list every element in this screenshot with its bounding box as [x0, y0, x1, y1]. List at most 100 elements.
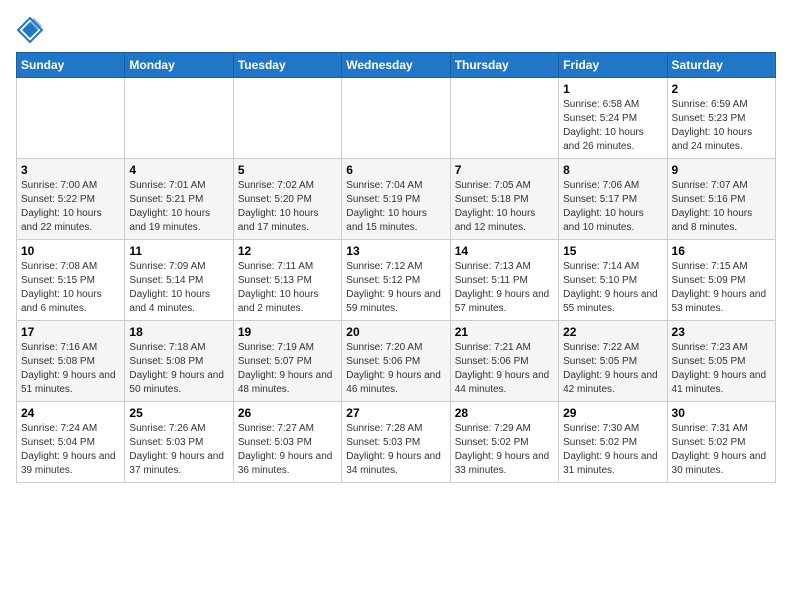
day-number: 19 [238, 325, 337, 339]
day-number: 29 [563, 406, 662, 420]
day-cell: 11 Sunrise: 7:09 AM Sunset: 5:14 PM Dayli… [125, 240, 233, 321]
day-info: Sunrise: 7:08 AM Sunset: 5:15 PM Dayligh… [21, 260, 120, 316]
day-cell [125, 78, 233, 159]
week-row-4: 17Sunrise: 7:16 AM Sunset: 5:08 PM Dayli… [17, 321, 776, 402]
day-cell: 13 Sunrise: 7:12 AM Sunset: 5:12 PM Dayli… [342, 240, 450, 321]
header-cell-tuesday: Tuesday [233, 53, 341, 78]
day-cell [233, 78, 341, 159]
day-info: Sunrise: 7:20 AM Sunset: 5:06 PM Dayligh… [346, 341, 445, 397]
day-number: 27 [346, 406, 445, 420]
day-number: 22 [563, 325, 662, 339]
day-info: Sunrise: 7:15 AM Sunset: 5:09 PM Dayligh… [672, 260, 771, 316]
day-cell: 18Sunrise: 7:18 AM Sunset: 5:08 PM Dayli… [125, 321, 233, 402]
day-info: Sunrise: 7:02 AM Sunset: 5:20 PM Dayligh… [238, 179, 337, 235]
day-number: 20 [346, 325, 445, 339]
calendar-header: SundayMondayTuesdayWednesdayThursdayFrid… [17, 53, 776, 78]
day-cell: 27 Sunrise: 7:28 AM Sunset: 5:03 PM Dayli… [342, 402, 450, 483]
day-number: 7 [455, 163, 554, 177]
day-cell: 5 Sunrise: 7:02 AM Sunset: 5:20 PM Daylig… [233, 159, 341, 240]
day-number: 30 [672, 406, 771, 420]
day-number: 9 [672, 163, 771, 177]
week-row-1: 1 Sunrise: 6:58 AM Sunset: 5:24 PM Daylig… [17, 78, 776, 159]
day-info: Sunrise: 7:30 AM Sunset: 5:02 PM Dayligh… [563, 422, 662, 478]
day-number: 26 [238, 406, 337, 420]
day-cell: 24 Sunrise: 7:24 AM Sunset: 5:04 PM Dayli… [17, 402, 125, 483]
week-row-3: 10 Sunrise: 7:08 AM Sunset: 5:15 PM Dayli… [17, 240, 776, 321]
day-cell [17, 78, 125, 159]
day-number: 16 [672, 244, 771, 258]
day-info: Sunrise: 7:22 AM Sunset: 5:05 PM Dayligh… [563, 341, 662, 397]
day-info: Sunrise: 7:04 AM Sunset: 5:19 PM Dayligh… [346, 179, 445, 235]
week-row-2: 3 Sunrise: 7:00 AM Sunset: 5:22 PM Daylig… [17, 159, 776, 240]
day-info: Sunrise: 7:28 AM Sunset: 5:03 PM Dayligh… [346, 422, 445, 478]
day-number: 17 [21, 325, 120, 339]
header-cell-wednesday: Wednesday [342, 53, 450, 78]
logo [16, 16, 48, 44]
day-info: Sunrise: 7:06 AM Sunset: 5:17 PM Dayligh… [563, 179, 662, 235]
day-info: Sunrise: 7:29 AM Sunset: 5:02 PM Dayligh… [455, 422, 554, 478]
day-cell: 7 Sunrise: 7:05 AM Sunset: 5:18 PM Daylig… [450, 159, 558, 240]
day-info: Sunrise: 7:23 AM Sunset: 5:05 PM Dayligh… [672, 341, 771, 397]
day-info: Sunrise: 7:07 AM Sunset: 5:16 PM Dayligh… [672, 179, 771, 235]
day-cell: 23 Sunrise: 7:23 AM Sunset: 5:05 PM Dayli… [667, 321, 775, 402]
day-number: 12 [238, 244, 337, 258]
day-cell: 4 Sunrise: 7:01 AM Sunset: 5:21 PM Daylig… [125, 159, 233, 240]
day-info: Sunrise: 7:24 AM Sunset: 5:04 PM Dayligh… [21, 422, 120, 478]
logo-icon [16, 16, 44, 44]
day-cell: 14 Sunrise: 7:13 AM Sunset: 5:11 PM Dayli… [450, 240, 558, 321]
day-cell: 28 Sunrise: 7:29 AM Sunset: 5:02 PM Dayli… [450, 402, 558, 483]
header-cell-saturday: Saturday [667, 53, 775, 78]
day-number: 25 [129, 406, 228, 420]
day-number: 21 [455, 325, 554, 339]
day-info: Sunrise: 7:31 AM Sunset: 5:02 PM Dayligh… [672, 422, 771, 478]
header-cell-monday: Monday [125, 53, 233, 78]
day-info: Sunrise: 7:00 AM Sunset: 5:22 PM Dayligh… [21, 179, 120, 235]
day-cell: 1 Sunrise: 6:58 AM Sunset: 5:24 PM Daylig… [559, 78, 667, 159]
day-cell: 6Sunrise: 7:04 AM Sunset: 5:19 PM Daylig… [342, 159, 450, 240]
day-info: Sunrise: 7:19 AM Sunset: 5:07 PM Dayligh… [238, 341, 337, 397]
day-number: 28 [455, 406, 554, 420]
day-cell: 9 Sunrise: 7:07 AM Sunset: 5:16 PM Daylig… [667, 159, 775, 240]
calendar-body: 1 Sunrise: 6:58 AM Sunset: 5:24 PM Daylig… [17, 78, 776, 483]
day-info: Sunrise: 7:21 AM Sunset: 5:06 PM Dayligh… [455, 341, 554, 397]
day-number: 1 [563, 82, 662, 96]
day-number: 3 [21, 163, 120, 177]
day-number: 14 [455, 244, 554, 258]
day-cell: 25 Sunrise: 7:26 AM Sunset: 5:03 PM Dayli… [125, 402, 233, 483]
day-number: 24 [21, 406, 120, 420]
day-number: 11 [129, 244, 228, 258]
day-cell: 20 Sunrise: 7:20 AM Sunset: 5:06 PM Dayli… [342, 321, 450, 402]
day-number: 18 [129, 325, 228, 339]
day-cell: 19 Sunrise: 7:19 AM Sunset: 5:07 PM Dayli… [233, 321, 341, 402]
day-cell: 15 Sunrise: 7:14 AM Sunset: 5:10 PM Dayli… [559, 240, 667, 321]
day-info: Sunrise: 7:12 AM Sunset: 5:12 PM Dayligh… [346, 260, 445, 316]
day-cell: 29 Sunrise: 7:30 AM Sunset: 5:02 PM Dayli… [559, 402, 667, 483]
day-cell [450, 78, 558, 159]
header-cell-thursday: Thursday [450, 53, 558, 78]
header-cell-friday: Friday [559, 53, 667, 78]
day-cell: 3 Sunrise: 7:00 AM Sunset: 5:22 PM Daylig… [17, 159, 125, 240]
week-row-5: 24 Sunrise: 7:24 AM Sunset: 5:04 PM Dayli… [17, 402, 776, 483]
day-info: Sunrise: 7:27 AM Sunset: 5:03 PM Dayligh… [238, 422, 337, 478]
header-row: SundayMondayTuesdayWednesdayThursdayFrid… [17, 53, 776, 78]
day-info: Sunrise: 7:09 AM Sunset: 5:14 PM Dayligh… [129, 260, 228, 316]
day-info: Sunrise: 7:05 AM Sunset: 5:18 PM Dayligh… [455, 179, 554, 235]
day-cell: 22 Sunrise: 7:22 AM Sunset: 5:05 PM Dayli… [559, 321, 667, 402]
day-number: 10 [21, 244, 120, 258]
day-number: 13 [346, 244, 445, 258]
page-header [16, 16, 776, 44]
day-cell: 21 Sunrise: 7:21 AM Sunset: 5:06 PM Dayli… [450, 321, 558, 402]
day-number: 15 [563, 244, 662, 258]
day-info: Sunrise: 7:01 AM Sunset: 5:21 PM Dayligh… [129, 179, 228, 235]
day-number: 5 [238, 163, 337, 177]
day-info: Sunrise: 7:14 AM Sunset: 5:10 PM Dayligh… [563, 260, 662, 316]
day-info: Sunrise: 6:59 AM Sunset: 5:23 PM Dayligh… [672, 98, 771, 154]
day-number: 23 [672, 325, 771, 339]
day-info: Sunrise: 7:26 AM Sunset: 5:03 PM Dayligh… [129, 422, 228, 478]
day-number: 2 [672, 82, 771, 96]
day-number: 4 [129, 163, 228, 177]
day-info: Sunrise: 7:13 AM Sunset: 5:11 PM Dayligh… [455, 260, 554, 316]
day-cell: 17Sunrise: 7:16 AM Sunset: 5:08 PM Dayli… [17, 321, 125, 402]
day-info: Sunrise: 6:58 AM Sunset: 5:24 PM Dayligh… [563, 98, 662, 154]
day-info: Sunrise: 7:11 AM Sunset: 5:13 PM Dayligh… [238, 260, 337, 316]
